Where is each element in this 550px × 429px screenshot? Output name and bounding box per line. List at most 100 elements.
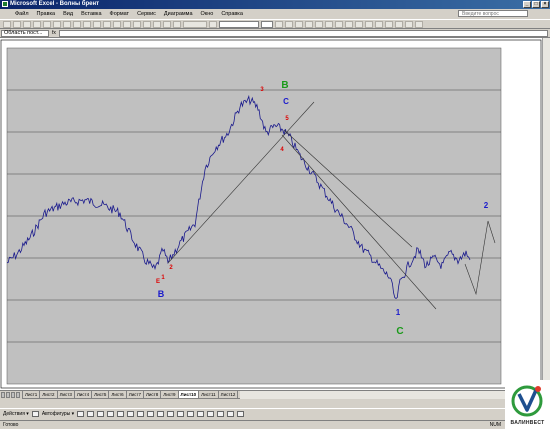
minimize-button[interactable]: _ bbox=[523, 1, 531, 8]
save-icon[interactable] bbox=[23, 20, 31, 28]
sheet-tab[interactable]: Лист10 bbox=[177, 391, 200, 399]
actions-menu[interactable]: Действия ▾ bbox=[3, 411, 29, 417]
print-icon[interactable] bbox=[33, 20, 41, 28]
zoom-icon[interactable] bbox=[183, 20, 207, 28]
oval-icon[interactable] bbox=[107, 410, 115, 417]
clipart-icon[interactable] bbox=[147, 410, 155, 417]
font-color-draw-icon[interactable] bbox=[187, 410, 195, 417]
help-icon[interactable] bbox=[209, 20, 217, 28]
vertical-scrollbar[interactable] bbox=[542, 38, 550, 390]
shadow-icon[interactable] bbox=[227, 410, 235, 417]
3d-icon[interactable] bbox=[237, 410, 245, 417]
tab-nav-prev-icon[interactable] bbox=[6, 392, 10, 398]
wave-label: C bbox=[283, 97, 289, 106]
spelling-icon[interactable] bbox=[53, 20, 61, 28]
sheet-tab[interactable]: Лист4 bbox=[73, 391, 93, 399]
thousands-icon[interactable] bbox=[365, 20, 373, 28]
copy-icon[interactable] bbox=[73, 20, 81, 28]
pointer-icon[interactable] bbox=[31, 410, 39, 417]
new-icon[interactable] bbox=[3, 20, 11, 28]
redo-icon[interactable] bbox=[113, 20, 121, 28]
line-style-icon[interactable] bbox=[197, 410, 205, 417]
wave-label: C bbox=[396, 326, 403, 337]
sheet-tab[interactable]: Лист1 bbox=[22, 391, 41, 399]
paste-icon[interactable] bbox=[83, 20, 91, 28]
window-controls: _ □ × bbox=[523, 1, 549, 8]
sort-desc-icon[interactable] bbox=[153, 20, 161, 28]
wordart-icon[interactable] bbox=[127, 410, 135, 417]
arrow-style-icon[interactable] bbox=[217, 410, 225, 417]
tab-nav-last-icon[interactable] bbox=[16, 392, 20, 398]
status-bar: Готово NUM bbox=[0, 420, 505, 429]
sheet-tab[interactable]: Лист11 bbox=[198, 391, 219, 399]
arrow-icon[interactable] bbox=[87, 410, 95, 417]
window-title: Microsoft Excel - Волны брент bbox=[10, 1, 100, 7]
tab-nav-first-icon[interactable] bbox=[1, 392, 5, 398]
price-chart[interactable]: BC35412EB1C2 bbox=[0, 38, 542, 390]
hyperlink-icon[interactable] bbox=[123, 20, 131, 28]
sheet-tab[interactable]: Лист6 bbox=[108, 391, 127, 399]
close-button[interactable]: × bbox=[541, 1, 549, 8]
formula-input[interactable] bbox=[58, 29, 548, 37]
font-select[interactable] bbox=[219, 20, 259, 28]
maximize-button[interactable]: □ bbox=[532, 1, 540, 8]
chart-wizard-icon[interactable] bbox=[163, 20, 171, 28]
line-icon[interactable] bbox=[77, 410, 85, 417]
dash-style-icon[interactable] bbox=[207, 410, 215, 417]
fx-icon[interactable]: fx bbox=[52, 30, 56, 36]
italic-icon[interactable] bbox=[285, 20, 293, 28]
tab-nav-buttons[interactable] bbox=[1, 392, 20, 398]
horizontal-scrollbar[interactable] bbox=[240, 390, 505, 399]
picture-icon[interactable] bbox=[157, 410, 165, 417]
menu-window[interactable]: Окно bbox=[197, 9, 218, 19]
sheet-tab[interactable]: Лист12 bbox=[217, 391, 239, 399]
percent-icon[interactable] bbox=[355, 20, 363, 28]
tab-nav-next-icon[interactable] bbox=[11, 392, 15, 398]
textbox-icon[interactable] bbox=[117, 410, 125, 417]
sheet-tab[interactable]: Лист8 bbox=[142, 391, 162, 399]
align-right-icon[interactable] bbox=[325, 20, 333, 28]
sheet-tab[interactable]: Лист2 bbox=[39, 391, 58, 399]
menu-tools[interactable]: Сервис bbox=[133, 9, 160, 19]
font-size-select[interactable] bbox=[261, 20, 273, 28]
sheet-tab[interactable]: Лист9 bbox=[160, 391, 179, 399]
menu-insert[interactable]: Вставка bbox=[77, 9, 105, 19]
sheet-tab[interactable]: Лист7 bbox=[125, 391, 144, 399]
borders-icon[interactable] bbox=[395, 20, 403, 28]
rectangle-icon[interactable] bbox=[97, 410, 105, 417]
undo-icon[interactable] bbox=[103, 20, 111, 28]
cut-icon[interactable] bbox=[63, 20, 71, 28]
menu-format[interactable]: Формат bbox=[106, 9, 134, 19]
currency-icon[interactable] bbox=[345, 20, 353, 28]
font-color-icon[interactable] bbox=[415, 20, 423, 28]
align-left-icon[interactable] bbox=[305, 20, 313, 28]
preview-icon[interactable] bbox=[43, 20, 51, 28]
name-box[interactable]: Область пост... bbox=[1, 29, 49, 37]
menu-file[interactable]: Файл bbox=[11, 9, 33, 19]
menu-chart[interactable]: Диаграмма bbox=[160, 9, 197, 19]
ask-question-input[interactable]: Введите вопрос bbox=[458, 10, 528, 17]
merge-icon[interactable] bbox=[335, 20, 343, 28]
align-center-icon[interactable] bbox=[315, 20, 323, 28]
drawing-icon[interactable] bbox=[173, 20, 181, 28]
format-painter-icon[interactable] bbox=[93, 20, 101, 28]
sheet-tab[interactable]: Лист3 bbox=[56, 391, 75, 399]
fill-color-icon[interactable] bbox=[405, 20, 413, 28]
menu-help[interactable]: Справка bbox=[217, 9, 247, 19]
line-color-icon[interactable] bbox=[177, 410, 185, 417]
wave-label: B bbox=[158, 289, 165, 299]
decrease-decimal-icon[interactable] bbox=[385, 20, 393, 28]
menu-edit[interactable]: Правка bbox=[33, 9, 60, 19]
sheet-tabs-bar: Лист1 Лист2 Лист3 Лист4 Лист5 Лист6 Лист7 Лист8… bbox=[0, 390, 338, 399]
autosum-icon[interactable] bbox=[133, 20, 141, 28]
open-icon[interactable] bbox=[13, 20, 21, 28]
menu-view[interactable]: Вид bbox=[59, 9, 77, 19]
diagram-icon[interactable] bbox=[137, 410, 145, 417]
autoshapes-menu[interactable]: Автофигуры ▾ bbox=[42, 411, 74, 417]
sort-asc-icon[interactable] bbox=[143, 20, 151, 28]
fill-color-draw-icon[interactable] bbox=[167, 410, 175, 417]
underline-icon[interactable] bbox=[295, 20, 303, 28]
sheet-tab[interactable]: Лист5 bbox=[91, 391, 110, 399]
bold-icon[interactable] bbox=[275, 20, 283, 28]
increase-decimal-icon[interactable] bbox=[375, 20, 383, 28]
